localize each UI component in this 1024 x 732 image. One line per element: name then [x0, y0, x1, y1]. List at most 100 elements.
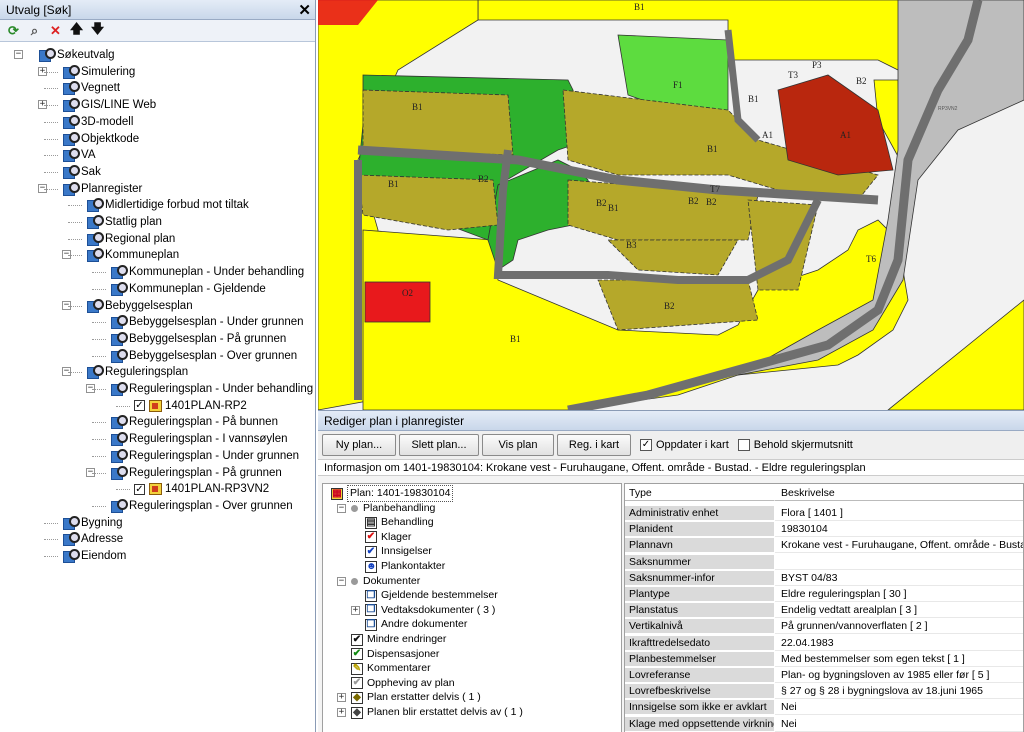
- tree-item[interactable]: Bebyggelsesplan - Over grunnen: [110, 348, 297, 364]
- property-row[interactable]: Planbestemmelser Med bestemmelser som ege…: [625, 651, 1023, 667]
- plan-tree-item[interactable]: Planbehandling: [351, 501, 435, 516]
- property-value[interactable]: § 27 og § 28 i bygningslova av 18.juni 1…: [775, 684, 1023, 700]
- tree-item[interactable]: Reguleringsplan - På bunnen: [110, 414, 278, 430]
- delete-plan-button[interactable]: Slett plan...: [399, 434, 479, 456]
- property-row[interactable]: Vertikalnivå På grunnen/vannoverflaten [ …: [625, 619, 1023, 635]
- tree-item[interactable]: VA: [62, 147, 96, 163]
- close-icon[interactable]: ✕: [298, 1, 311, 19]
- collapse-icon[interactable]: −: [337, 576, 346, 586]
- refresh-icon[interactable]: ⟳: [6, 23, 21, 38]
- tree-item[interactable]: Reguleringsplan: [86, 364, 188, 380]
- tree-item[interactable]: Bebyggelsesplan - Under grunnen: [110, 314, 304, 330]
- plan-tree-item[interactable]: ☻ Plankontakter: [365, 559, 445, 574]
- property-value[interactable]: Flora [ 1401 ]: [775, 506, 1023, 521]
- tree-item[interactable]: Bebyggelsesplan: [86, 298, 193, 314]
- collapse-icon[interactable]: −: [14, 50, 23, 59]
- tree-item[interactable]: Kommuneplan: [86, 247, 179, 263]
- map-view[interactable]: B1 F1 B1 T3 B2 A1 A1 B1 B1 B2 B1 B1 B2 B2 B2 B3 T7 T6 O2 B2…: [318, 0, 1024, 410]
- tree-item[interactable]: Regional plan: [86, 231, 175, 247]
- plan-tree-item[interactable]: ◆ Plan erstatter delvis ( 1 ): [351, 690, 481, 705]
- property-value[interactable]: På grunnen/vannoverflaten [ 2 ]: [775, 619, 1023, 635]
- plan-tree-item[interactable]: ▦ Plan: 1401-19830104: [331, 485, 454, 502]
- move-down-icon[interactable]: 🡇: [90, 21, 105, 38]
- tree-item-checkbox[interactable]: ✓: [134, 400, 145, 412]
- tree-item[interactable]: Kommuneplan - Under behandling: [110, 264, 304, 280]
- property-value[interactable]: Endelig vedtatt arealplan [ 3 ]: [775, 603, 1023, 619]
- tree-item[interactable]: Adresse: [62, 531, 123, 547]
- property-value[interactable]: [775, 555, 1023, 570]
- property-row[interactable]: Innsigelse som ikke er avklart Nei: [625, 700, 1023, 716]
- move-up-icon[interactable]: 🡅: [69, 21, 84, 38]
- plan-tree-item[interactable]: ✔ Dispensasjoner: [351, 647, 439, 662]
- plan-tree-item[interactable]: ✔ Klager: [365, 530, 411, 545]
- property-row[interactable]: Lovreferanse Plan- og bygningsloven av 19…: [625, 668, 1023, 683]
- property-value[interactable]: Krokane vest - Furuhaugane, Offent. områ…: [775, 538, 1023, 554]
- checkbox-box[interactable]: [737, 439, 750, 451]
- property-row[interactable]: Plannavn Krokane vest - Furuhaugane, Offe…: [625, 538, 1023, 554]
- update-in-map-checkbox[interactable]: ✓ Oppdater i kart: [640, 439, 729, 451]
- plan-tree-item[interactable]: ❐ Andre dokumenter: [365, 617, 467, 632]
- tree-item[interactable]: Reguleringsplan - Under behandling: [110, 381, 313, 397]
- expand-icon[interactable]: +: [351, 605, 360, 615]
- property-value[interactable]: Nei: [775, 717, 1023, 732]
- tree-item[interactable]: 3D-modell: [62, 114, 133, 130]
- property-row[interactable]: Administrativ enhet Flora [ 1401 ]: [625, 506, 1023, 521]
- tree-item[interactable]: Reguleringsplan - Under grunnen: [110, 448, 299, 464]
- plan-tree-item[interactable]: ◆ Planen blir erstattet delvis av ( 1 ): [351, 705, 523, 720]
- tree-item[interactable]: Objektkode: [62, 131, 139, 147]
- property-row[interactable]: Planstatus Endelig vedtatt arealplan [ 3 …: [625, 603, 1023, 619]
- tree-item[interactable]: Reguleringsplan - Over grunnen: [110, 498, 293, 514]
- tree-item[interactable]: Simulering: [62, 64, 135, 80]
- plan-tree-item[interactable]: ❐ Gjeldende bestemmelser: [365, 588, 498, 603]
- expand-icon[interactable]: +: [337, 708, 346, 717]
- property-value[interactable]: BYST 04/83: [775, 571, 1023, 586]
- tree-item[interactable]: Eiendom: [62, 548, 126, 564]
- property-value[interactable]: Med bestemmelser som egen tekst [ 1 ]: [775, 652, 1023, 667]
- tree-item[interactable]: Reguleringsplan - På grunnen: [110, 465, 282, 481]
- plan-tree-item[interactable]: ✔ Oppheving av plan: [351, 676, 455, 691]
- checkbox-box[interactable]: ✓: [640, 439, 652, 451]
- property-value[interactable]: Nei: [775, 700, 1023, 716]
- property-value[interactable]: Eldre reguleringsplan [ 30 ]: [775, 587, 1023, 602]
- plan-tree-item[interactable]: Dokumenter: [351, 574, 420, 589]
- keep-screen-extent-checkbox[interactable]: Behold skjermutsnitt: [737, 439, 853, 451]
- property-row[interactable]: Planident 19830104: [625, 522, 1023, 538]
- tree-item-checkbox[interactable]: ✓: [134, 483, 145, 495]
- plan-tree-item[interactable]: ✎ Kommentarer: [351, 661, 431, 676]
- property-value[interactable]: 19830104: [775, 522, 1023, 538]
- register-in-map-button[interactable]: Reg. i kart: [557, 434, 631, 456]
- tree-item[interactable]: Sak: [62, 164, 101, 180]
- show-plan-button[interactable]: Vis plan: [482, 434, 554, 456]
- property-row[interactable]: Saksnummer: [625, 554, 1023, 570]
- tree-item[interactable]: Planregister: [62, 181, 142, 197]
- tree-item[interactable]: ✓ 1401PLAN-RP2: [134, 398, 247, 414]
- find-icon[interactable]: ⌕: [27, 23, 42, 38]
- property-value[interactable]: 22.04.1983: [775, 636, 1023, 651]
- delete-icon[interactable]: ✕: [48, 23, 63, 38]
- tree-item[interactable]: Bebyggelsesplan - På grunnen: [110, 331, 286, 347]
- search-selection-icon: [86, 298, 104, 313]
- tree-item[interactable]: Statlig plan: [86, 214, 162, 230]
- tree-item[interactable]: Kommuneplan - Gjeldende: [110, 281, 266, 297]
- tree-item[interactable]: Søkeutvalg: [38, 47, 115, 63]
- collapse-icon[interactable]: −: [337, 503, 346, 513]
- tree-item[interactable]: ✓ 1401PLAN-RP3VN2: [134, 481, 269, 497]
- expand-icon[interactable]: +: [337, 693, 346, 703]
- property-row[interactable]: Ikrafttredelsedato 22.04.1983: [625, 635, 1023, 651]
- tree-item[interactable]: Midlertidige forbud mot tiltak: [86, 197, 249, 213]
- zoning-map[interactable]: B1F1B1T3B2A1 A1B1B1 B2B1B1B2B2 B2B3T7T6O2B2…: [318, 0, 1024, 410]
- property-row[interactable]: Klage med oppsettende virkning Nei: [625, 716, 1023, 732]
- new-plan-button[interactable]: Ny plan...: [322, 434, 396, 456]
- property-value[interactable]: Plan- og bygningsloven av 1985 eller før…: [775, 668, 1023, 683]
- property-row[interactable]: Saksnummer-infor BYST 04/83: [625, 570, 1023, 586]
- tree-item[interactable]: Vegnett: [62, 80, 120, 96]
- tree-item[interactable]: Reguleringsplan - I vannsøylen: [110, 431, 288, 447]
- plan-tree-item[interactable]: ❐ Vedtaksdokumenter ( 3 ): [365, 603, 495, 618]
- plan-tree-item[interactable]: ✔ Mindre endringer: [351, 632, 446, 647]
- property-row[interactable]: Plantype Eldre reguleringsplan [ 30 ]: [625, 587, 1023, 602]
- tree-item[interactable]: GIS/LINE Web: [62, 97, 156, 113]
- tree-item[interactable]: Bygning: [62, 515, 123, 531]
- plan-tree-item[interactable]: ✔ Innsigelser: [365, 544, 432, 559]
- property-row[interactable]: Lovrefbeskrivelse § 27 og § 28 i bygnings…: [625, 684, 1023, 700]
- plan-tree-item[interactable]: ▤ Behandling: [365, 515, 434, 530]
